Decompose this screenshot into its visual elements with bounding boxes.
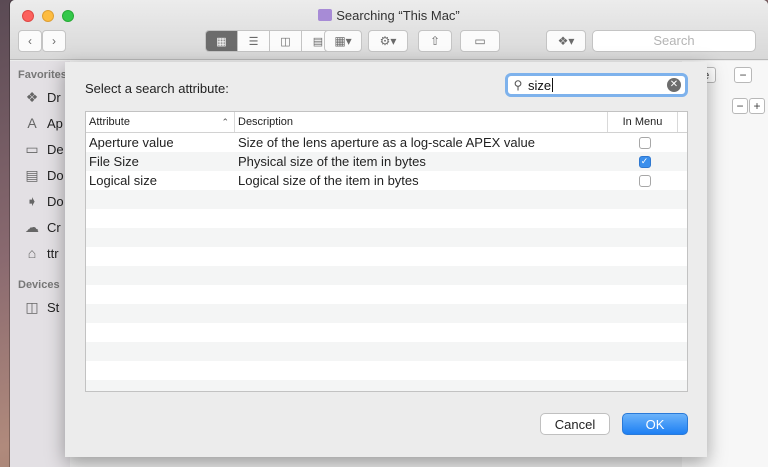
action-menu-button[interactable]: ⚙▾ xyxy=(368,30,408,52)
attribute-cell: File Size xyxy=(89,154,139,169)
search-attribute-sheet: Select a search attribute: ⚲ size ✕ Attr… xyxy=(65,62,707,457)
empty-row xyxy=(86,247,687,266)
window-title: Searching “This Mac” xyxy=(10,8,768,23)
column-header-description[interactable]: Description xyxy=(235,112,608,132)
downloads-icon: ➧ xyxy=(26,192,38,209)
forward-button[interactable]: › xyxy=(42,30,66,52)
table-row[interactable]: Logical size Logical size of the item in… xyxy=(86,171,687,190)
share-button[interactable]: ⇧ xyxy=(418,30,452,52)
list-view-button[interactable]: ☰ xyxy=(238,31,270,51)
description-cell: Physical size of the item in bytes xyxy=(238,154,426,169)
remove-criteria-button[interactable]: − xyxy=(734,67,752,83)
empty-row xyxy=(86,285,687,304)
column-view-button[interactable]: ◫ xyxy=(270,31,302,51)
smart-folder-icon xyxy=(318,9,333,21)
sidebar-item-dropbox[interactable]: ❖ Dr xyxy=(24,87,61,107)
view-mode-group: ▦ ☰ ◫ ▤ xyxy=(205,30,335,52)
empty-row xyxy=(86,323,687,342)
table-row[interactable]: Aperture value Size of the lens aperture… xyxy=(86,133,687,152)
creative-cloud-icon: ☁ xyxy=(25,218,39,235)
share-icon: ⇧ xyxy=(429,34,441,48)
ok-button[interactable]: OK xyxy=(622,413,688,435)
applications-icon: A xyxy=(27,115,37,131)
home-icon: ⌂ xyxy=(27,245,37,261)
in-menu-cell: ✓ xyxy=(608,155,678,168)
sidebar: Favorites ❖ Dr A Ap ▭ De ▤ Do ➧ Do ☁ Cr ⌂ ttr D… xyxy=(10,61,70,467)
dropbox-icon: ❖▾ xyxy=(557,34,575,48)
search-icon: ⚲ xyxy=(513,78,523,92)
description-cell: Logical size of the item in bytes xyxy=(238,173,419,188)
arrange-icon: ▦▾ xyxy=(334,34,352,48)
attributes-table: Attribute ⌃ Description In Menu Aperture … xyxy=(85,111,688,392)
disk-icon: ◫ xyxy=(25,298,39,315)
tags-button[interactable]: ▭ xyxy=(460,30,500,52)
sidebar-item-applications[interactable]: A Ap xyxy=(24,113,63,133)
attribute-cell: Aperture value xyxy=(89,135,174,150)
sidebar-item-documents[interactable]: ▤ Do xyxy=(24,165,63,185)
sidebar-item-home[interactable]: ⌂ ttr xyxy=(24,243,59,263)
empty-row xyxy=(86,361,687,380)
dropbox-icon: ❖ xyxy=(25,88,39,105)
sheet-prompt: Select a search attribute: xyxy=(85,81,229,96)
arrange-menu-button[interactable]: ▦▾ xyxy=(324,30,362,52)
table-body: Aperture value Size of the lens aperture… xyxy=(86,133,687,391)
icon-view-button[interactable]: ▦ xyxy=(206,31,238,51)
empty-row xyxy=(86,304,687,323)
chevron-right-icon: › xyxy=(52,34,56,48)
column-header-in-menu[interactable]: In Menu xyxy=(608,112,678,132)
attribute-search-input[interactable]: ⚲ size ✕ xyxy=(505,73,688,97)
remove-rule-button[interactable]: − xyxy=(732,98,748,114)
table-row[interactable]: File Size Physical size of the item in b… xyxy=(86,152,687,171)
in-menu-cell xyxy=(608,174,678,187)
sidebar-item-downloads[interactable]: ➧ Do xyxy=(24,191,64,211)
clear-search-icon[interactable]: ✕ xyxy=(667,78,681,92)
empty-row xyxy=(86,342,687,361)
cancel-button[interactable]: Cancel xyxy=(540,413,610,435)
devices-heading: Devices xyxy=(18,279,60,291)
attribute-cell: Logical size xyxy=(89,173,157,188)
sidebar-item-creative-cloud[interactable]: ☁ Cr xyxy=(24,217,61,237)
dropbox-menu-button[interactable]: ❖▾ xyxy=(546,30,586,52)
back-button[interactable]: ‹ xyxy=(18,30,42,52)
in-menu-cell xyxy=(608,136,678,149)
sort-ascending-icon: ⌃ xyxy=(221,117,229,127)
chevron-left-icon: ‹ xyxy=(28,34,32,48)
empty-row xyxy=(86,209,687,228)
empty-row xyxy=(86,380,687,391)
empty-row xyxy=(86,228,687,247)
in-menu-checkbox[interactable] xyxy=(638,174,651,187)
empty-row xyxy=(86,266,687,285)
sidebar-item-desktop[interactable]: ▭ De xyxy=(24,139,63,159)
table-header: Attribute ⌃ Description In Menu xyxy=(86,112,687,133)
add-rule-button[interactable]: + xyxy=(749,98,765,114)
empty-row xyxy=(86,190,687,209)
in-menu-checkbox[interactable] xyxy=(638,136,651,149)
documents-icon: ▤ xyxy=(25,166,39,183)
in-menu-checkbox[interactable]: ✓ xyxy=(638,155,651,168)
column-header-attribute[interactable]: Attribute ⌃ xyxy=(86,112,235,132)
gear-icon: ⚙▾ xyxy=(379,34,397,48)
titlebar: Searching “This Mac” ‹ › ▦ ☰ ◫ ▤ ▦▾ ⚙▾ ⇧… xyxy=(10,0,768,60)
favorites-heading: Favorites xyxy=(18,69,67,81)
attribute-search-value[interactable]: size xyxy=(528,78,667,93)
description-cell: Size of the lens aperture as a log-scale… xyxy=(238,135,536,150)
toolbar-search-input[interactable]: Search xyxy=(592,30,756,52)
desktop-icon: ▭ xyxy=(25,140,39,157)
tag-icon: ▭ xyxy=(474,34,486,48)
sidebar-item-storage[interactable]: ◫ St xyxy=(24,297,59,317)
